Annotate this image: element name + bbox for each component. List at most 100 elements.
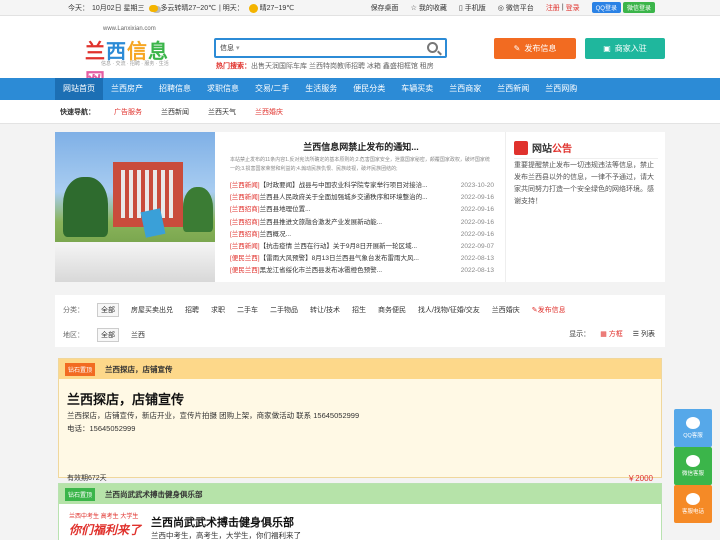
filter-cat[interactable]: 房屋买卖出兑 (131, 305, 173, 315)
login-link[interactable]: 登录 (566, 3, 580, 13)
nav-classifieds[interactable]: 便民分类 (345, 78, 393, 100)
filter-post-info[interactable]: ✎发布信息 (532, 305, 566, 315)
area-all[interactable]: 全部 (97, 328, 119, 342)
filter-cat[interactable]: 求职 (211, 305, 225, 315)
list-item[interactable]: [便民兰西]黑龙江省绥化市兰西县发布冰雹橙色预警... 2022-08-13 (230, 265, 494, 277)
cloudy-icon (149, 4, 159, 12)
listing-expiry: 有效期672天 (67, 475, 107, 482)
listing-title[interactable]: 兰西尚武武术搏击健身俱乐部 (105, 489, 203, 500)
list-item[interactable]: [兰西新闻]【抗击疫情 兰西在行动】关于9月8日开展新一轮区域... 2022-0… (230, 241, 494, 253)
main-info-block: 兰西信息网禁止发布的通知... 本站禁止发布的11条内容1.反对宪法所确定的基本… (55, 132, 665, 282)
filter-cat[interactable]: 二手车 (237, 305, 258, 315)
nav-jobseek[interactable]: 求职信息 (199, 78, 247, 100)
phone-icon: ▯ (458, 4, 463, 12)
phone-icon (686, 493, 700, 505)
listing-heading[interactable]: 兰西探店，店铺宣传 (67, 389, 184, 408)
quick-wedding[interactable]: 兰西婚庆 (255, 107, 283, 117)
search-icon[interactable] (427, 42, 438, 53)
featured-photo[interactable] (55, 132, 215, 282)
announcement-text: 重要提醒禁止发布一切违规违法等信息，禁止发布兰西县以外的信息，一律不予通过，请大… (514, 162, 654, 205)
post-info-button[interactable]: ✎ 发布信息 (494, 38, 576, 59)
filter-cat[interactable]: 招聘 (185, 305, 199, 315)
wechat-icon (686, 455, 700, 467)
filter-cat[interactable]: 兰西婚庆 (492, 305, 520, 315)
search-box: 信息 (214, 38, 447, 58)
quick-weather[interactable]: 兰西天气 (208, 107, 236, 117)
nav-jobs[interactable]: 招聘信息 (151, 78, 199, 100)
news-list: [兰西新闻]【时政要闻】战县与中国农业科学院专家举行项目对接洽... 2023-1… (230, 180, 494, 278)
diamond-top-badge: 钻石置顶 (65, 363, 96, 376)
search-input[interactable] (246, 42, 416, 55)
listing-title[interactable]: 兰西探店，店铺宣传 (105, 364, 173, 375)
listing-card[interactable]: 钻石置顶 兰西尚武武术搏击健身俱乐部 兰西中考生 高考生 大学生 你们福利来了 … (58, 483, 662, 540)
register-link[interactable]: 注册 (546, 3, 560, 13)
filter-cat[interactable]: 二手物品 (270, 305, 298, 315)
wechat-login-button[interactable]: 微信登录 (622, 2, 655, 13)
qq-service-button[interactable]: QQ客服 (674, 409, 712, 447)
view-list-button[interactable]: ☰ 列表 (633, 329, 655, 339)
site-logo[interactable]: www.Lanxixian.com 兰西信息网 信息 · 交流 · 招聘 · 服… (85, 26, 185, 92)
qq-icon (686, 417, 700, 429)
date-weather: 今天： 10月02日 星期三 多云转晴27~20℃ | 明天： 晴27~19℃ (68, 3, 295, 13)
category-filter: 分类： 全部 房屋买卖出兑 招聘 求职 二手车 二手物品 转让/技术 招生 商务… (63, 303, 566, 317)
phone-service-button[interactable]: 客服电话 (674, 485, 712, 523)
announcement-icon (514, 140, 528, 155)
filter-cat[interactable]: 招生 (352, 305, 366, 315)
wechat-platform-link[interactable]: ◎ 微信平台 (498, 3, 534, 13)
sunny-icon (248, 3, 258, 13)
edit-icon: ✎ (513, 44, 521, 53)
diamond-top-badge: 钻石置顶 (65, 488, 96, 501)
star-icon: ☆ (410, 4, 417, 12)
shop-icon: ▣ (603, 44, 611, 53)
listing-phone: 电话：15645052999 (67, 424, 136, 433)
nav-trade[interactable]: 交易/二手 (247, 78, 297, 100)
nav-home[interactable]: 网站首页 (55, 78, 103, 100)
list-item[interactable]: [兰西新闻]【时政要闻】战县与中国农业科学院专家举行项目对接洽... 2023-1… (230, 180, 494, 192)
quick-nav: 快速导航： 广告服务 兰西新闻 兰西天气 兰西婚庆 (0, 100, 720, 124)
list-icon: ☰ (632, 331, 640, 338)
filter-cat[interactable]: 商务便民 (378, 305, 406, 315)
save-desktop-link[interactable]: 保存桌面 (371, 3, 399, 13)
nav-news[interactable]: 兰西新闻 (489, 78, 537, 100)
merchant-join-button[interactable]: ▣ 商家入驻 (585, 38, 665, 59)
wechat-icon: ◎ (497, 4, 504, 12)
header: www.Lanxixian.com 兰西信息网 信息 · 交流 · 招聘 · 服… (0, 16, 720, 92)
listing-desc: 兰西中考生，高考生，大学生，你们福利来了 (151, 531, 301, 540)
filter-cat[interactable]: 转让/技术 (310, 305, 340, 315)
list-item[interactable]: [兰西新闻]兰西县人民政府关于全面加强城乡交通秩序和环境整治的... 2022-0… (230, 192, 494, 204)
quick-news[interactable]: 兰西新闻 (161, 107, 189, 117)
list-item[interactable]: [兰西招商]兰西县推进文旅融合激发产业发展新动能... 2022-09-16 (230, 217, 494, 229)
listing-thumbnail[interactable]: 兰西中考生 高考生 大学生 你们福利来了 (65, 509, 141, 540)
nav-vehicles[interactable]: 车辆买卖 (393, 78, 441, 100)
view-grid-button[interactable]: ▦ 方框 (600, 329, 623, 339)
area-filter: 地区： 全部 兰西 (63, 328, 145, 342)
area-lanxi[interactable]: 兰西 (131, 330, 145, 340)
filter-panel: 分类： 全部 房屋买卖出兑 招聘 求职 二手车 二手物品 转让/技术 招生 商务… (55, 295, 665, 347)
grid-icon: ▦ (600, 331, 607, 338)
search-category-select[interactable]: 信息 (220, 43, 240, 53)
nav-life[interactable]: 生活服务 (297, 78, 345, 100)
hot-search: 热门搜索：出售天润国际车库 兰西特岗教师招聘 冰箱 鑫盛相框馆 租房 (216, 63, 434, 70)
filter-all[interactable]: 全部 (97, 303, 119, 317)
nav-shopping[interactable]: 兰西网购 (537, 78, 585, 100)
list-item[interactable]: [兰西招商]兰西县地理位置... 2022-09-16 (230, 204, 494, 216)
nav-realestate[interactable]: 兰西房产 (103, 78, 151, 100)
notice-news: 兰西信息网禁止发布的通知... 本站禁止发布的11条内容1.反对宪法所确定的基本… (222, 132, 500, 282)
quick-ads[interactable]: 广告服务 (114, 107, 142, 117)
wechat-service-button[interactable]: 微信客服 (674, 447, 712, 485)
notice-text: 本站禁止发布的11条内容1.反对宪法所确定的基本原则的;2.危害国家安全，泄露国… (230, 157, 490, 172)
listing-heading[interactable]: 兰西尚武武术搏击健身俱乐部 (151, 514, 294, 530)
main-nav: 网站首页 兰西房产 招聘信息 求职信息 交易/二手 生活服务 便民分类 车辆买卖… (0, 78, 720, 100)
nav-merchants[interactable]: 兰西商家 (441, 78, 489, 100)
notice-title[interactable]: 兰西信息网禁止发布的通知... (222, 140, 500, 153)
listing-card[interactable]: 钻石置顶 兰西探店，店铺宣传 兰西探店，店铺宣传 兰西探店，店铺宣传，新店开业，… (58, 358, 662, 483)
qq-login-button[interactable]: QQ登录 (591, 2, 621, 13)
list-item[interactable]: [兰西招商]兰西概况... 2022-09-16 (230, 229, 494, 241)
listing-desc: 兰西探店，店铺宣传，新店开业，宣传片拍摄 团购上架，商家做活动 联系 15645… (67, 411, 360, 420)
site-announcement: 网站 公告 重要提醒禁止发布一切违规违法等信息，禁止发布兰西县以外的信息，一律不予… (505, 132, 665, 282)
list-item[interactable]: [便民兰西]【雷雨大风预警】8月13日兰西县气象台发布雷雨大风... 2022-0… (230, 253, 494, 265)
favorites-link[interactable]: ☆ 我的收藏 (411, 3, 447, 13)
mobile-link[interactable]: ▯ 手机版 (459, 3, 486, 13)
filter-cat[interactable]: 找人/找物/征婚/交友 (418, 305, 480, 315)
hot-search-terms[interactable]: 出售天润国际车库 兰西特岗教师招聘 冰箱 鑫盛相框馆 租房 (251, 63, 434, 70)
